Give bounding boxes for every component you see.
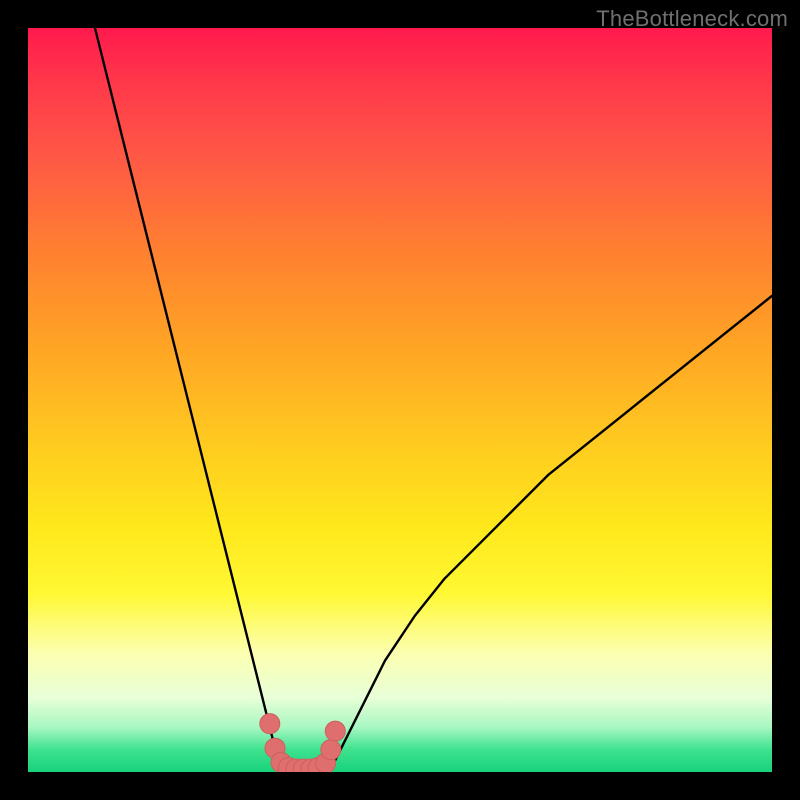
watermark-text: TheBottleneck.com [596,6,788,32]
chart-svg [28,28,772,772]
chart-plot-area [28,28,772,772]
chart-frame: TheBottleneck.com [0,0,800,800]
bottleneck-curve [95,28,772,772]
highlight-markers [260,714,345,772]
highlight-marker [260,714,280,734]
highlight-marker [325,721,345,741]
highlight-marker [321,740,341,760]
